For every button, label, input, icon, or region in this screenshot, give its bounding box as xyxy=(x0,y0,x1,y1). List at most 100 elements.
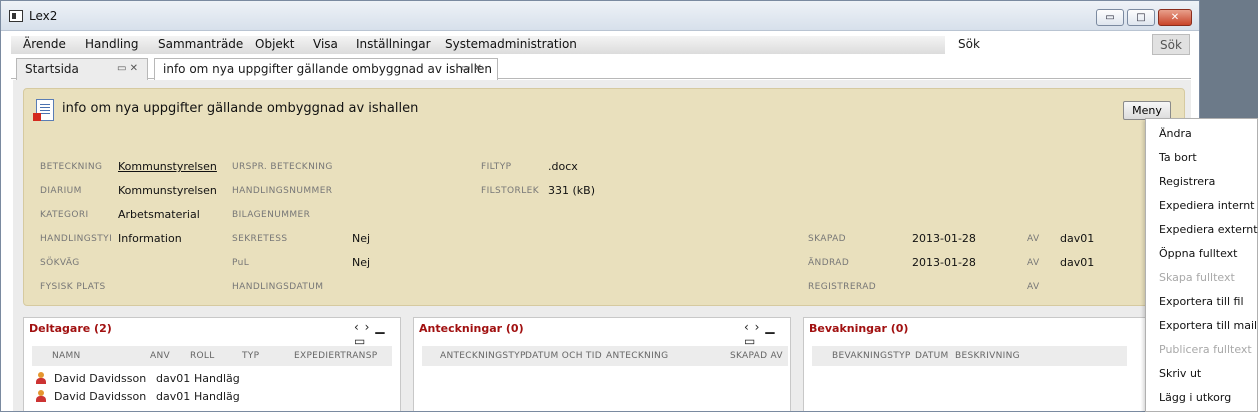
column-header[interactable]: ANTECKNING xyxy=(606,351,668,361)
registrerad-label: REGISTRERAD xyxy=(808,282,877,292)
menu-visa[interactable]: Visa xyxy=(313,36,338,52)
andrad-av-label: AV xyxy=(1027,258,1040,268)
anteckningar-title: Anteckningar (0) xyxy=(419,322,524,335)
app-window-icon xyxy=(9,10,23,22)
document-panel: info om nya uppgifter gällande ombyggnad… xyxy=(23,88,1185,306)
urspr-beteckning-label: URSPR. BETECKNING xyxy=(232,162,333,172)
column-header[interactable]: BEVAKNINGSTYP xyxy=(832,351,911,361)
column-header[interactable]: SKAPAD AV xyxy=(730,351,783,361)
skapad-label: SKAPAD xyxy=(808,234,846,244)
bilagenummer-label: BILAGENUMMER xyxy=(232,210,311,220)
search-input[interactable] xyxy=(996,34,1144,54)
kategori-value: Arbetsmaterial xyxy=(118,208,200,221)
deltagare-header: NAMN ANV ROLL TYP EXPEDIERTRANSP xyxy=(32,346,392,366)
menu-item-registrera[interactable]: Registrera xyxy=(1159,175,1215,188)
window-title: Lex2 xyxy=(29,9,58,23)
tab-controls[interactable]: ▭ ✕ xyxy=(117,59,138,79)
column-header[interactable]: NAMN xyxy=(52,351,81,361)
menu-item-exportera-till-mail[interactable]: Exportera till mail xyxy=(1159,319,1257,332)
fysisk-plats-label: FYSISK PLATS xyxy=(40,282,106,292)
table-row[interactable]: David Davidsson dav01 Handläggare xyxy=(32,388,392,406)
tab-startsida[interactable]: Startsida ▭ ✕ xyxy=(16,58,148,80)
cell-namn: David Davidsson xyxy=(54,390,147,403)
menu-item-skapa-fulltext: Skapa fulltext xyxy=(1159,271,1235,284)
title-bar: Lex2 ▭ □ ✕ xyxy=(1,1,1199,31)
column-header[interactable]: EXPEDIERTRANSP xyxy=(294,351,377,361)
menu-sammantrade[interactable]: Sammanträde xyxy=(158,36,243,52)
cell-anv: dav01 xyxy=(156,390,191,403)
app-window: Lex2 ▭ □ ✕ Ärende Handling Sammanträde O… xyxy=(0,0,1200,412)
menu-item-andra[interactable]: Ändra xyxy=(1159,127,1192,140)
cell-namn: David Davidsson xyxy=(54,372,147,385)
column-header[interactable]: ANV xyxy=(150,351,170,361)
filstorlek-label: FILSTORLEK xyxy=(481,186,539,196)
person-icon xyxy=(36,390,46,402)
column-header[interactable]: ROLL xyxy=(190,351,215,361)
column-header[interactable]: TYP xyxy=(242,351,259,361)
bevakningar-title: Bevakningar (0) xyxy=(809,322,909,335)
menu-item-ta-bort[interactable]: Ta bort xyxy=(1159,151,1197,164)
document-icon xyxy=(33,99,54,121)
beteckning-label: BETECKNING xyxy=(40,162,103,172)
registrerad-av-label: AV xyxy=(1027,282,1040,292)
close-button[interactable]: ✕ xyxy=(1158,9,1192,26)
kategori-label: KATEGORI xyxy=(40,210,89,220)
sekretess-value: Nej xyxy=(352,232,371,245)
diarium-label: DIARIUM xyxy=(40,186,82,196)
person-icon xyxy=(36,372,46,384)
menu-item-expediera-internt[interactable]: Expediera internt xyxy=(1159,199,1255,212)
handlingsnummer-label: HANDLINGSNUMMER xyxy=(232,186,333,196)
skapad-value: 2013-01-28 xyxy=(912,232,976,245)
column-header[interactable]: BESKRIVNING xyxy=(955,351,1020,361)
pul-label: PuL xyxy=(232,258,250,268)
cell-roll: Handläggare xyxy=(194,372,240,385)
handlingstyp-value: Information xyxy=(118,232,182,245)
sekretess-label: SEKRETESS xyxy=(232,234,288,244)
tab-label: info om nya uppgifter gällande ombyggnad… xyxy=(163,62,492,76)
minimize-button[interactable]: ▭ xyxy=(1096,9,1124,26)
cell-roll: Handläggare xyxy=(194,390,240,403)
column-header[interactable]: DATUM xyxy=(915,351,949,361)
menu-systemadministration[interactable]: Systemadministration xyxy=(445,36,577,52)
menu-handling[interactable]: Handling xyxy=(85,36,139,52)
diarium-value: Kommunstyrelsen xyxy=(118,184,217,197)
menu-item-lagg-i-utkorg[interactable]: Lägg i utkorg xyxy=(1159,391,1231,404)
handlingsdatum-label: HANDLINGSDATUM xyxy=(232,282,324,292)
meny-dropdown: Ändra Ta bort Registrera Expediera inter… xyxy=(1145,118,1258,412)
andrad-value: 2013-01-28 xyxy=(912,256,976,269)
pul-value: Nej xyxy=(352,256,371,269)
handlingstyp-label: HANDLINGSTYI xyxy=(40,234,113,244)
tab-document[interactable]: info om nya uppgifter gällande ombyggnad… xyxy=(154,58,498,81)
menu-item-skriv-ut[interactable]: Skriv ut xyxy=(1159,367,1201,380)
anteckningar-panel: Anteckningar (0) ‹ › ▁ ▭ ANTECKNINGSTYP … xyxy=(413,317,791,411)
menu-item-exportera-till-fil[interactable]: Exportera till fil xyxy=(1159,295,1244,308)
menu-item-oppna-fulltext[interactable]: Öppna fulltext xyxy=(1159,247,1238,260)
search-label: Sök xyxy=(958,37,980,51)
cell-anv: dav01 xyxy=(156,372,191,385)
deltagare-controls[interactable]: ‹ › ▁ ▭ xyxy=(354,320,400,348)
main-content: info om nya uppgifter gällande ombyggnad… xyxy=(13,80,1191,411)
maximize-button[interactable]: □ xyxy=(1127,9,1155,26)
menu-objekt[interactable]: Objekt xyxy=(255,36,294,52)
andrad-label: ÄNDRAD xyxy=(808,258,850,268)
search-button[interactable]: Sök xyxy=(1152,34,1190,55)
anteckningar-controls[interactable]: ‹ › ▁ ▭ xyxy=(744,320,790,348)
beteckning-value[interactable]: Kommunstyrelsen xyxy=(118,160,217,173)
filstorlek-value: 331 (kB) xyxy=(548,184,595,197)
menu-item-expediera-externt[interactable]: Expediera externt xyxy=(1159,223,1258,236)
tab-bar: Startsida ▭ ✕ info om nya uppgifter gäll… xyxy=(11,56,1191,81)
menu-bar: Ärende Handling Sammanträde Objekt Visa … xyxy=(11,36,945,54)
menu-installningar[interactable]: Inställningar xyxy=(356,36,431,52)
column-header[interactable]: ANTECKNINGSTYP xyxy=(440,351,526,361)
tab-controls[interactable]: ▭ ✕ xyxy=(461,59,482,79)
bevakningar-header: BEVAKNINGSTYP DATUM BESKRIVNING xyxy=(812,346,1127,366)
filtyp-label: FILTYP xyxy=(481,162,512,172)
menu-arende[interactable]: Ärende xyxy=(23,36,66,52)
andrad-av-value: dav01 xyxy=(1060,256,1095,269)
column-header[interactable]: DATUM OCH TID xyxy=(525,351,602,361)
filtyp-value: .docx xyxy=(548,160,578,173)
tab-label: Startsida xyxy=(25,62,79,76)
table-row[interactable]: David Davidsson dav01 Handläggare xyxy=(32,370,392,388)
menu-item-publicera-fulltext: Publicera fulltext xyxy=(1159,343,1252,356)
document-title: info om nya uppgifter gällande ombyggnad… xyxy=(62,101,419,116)
